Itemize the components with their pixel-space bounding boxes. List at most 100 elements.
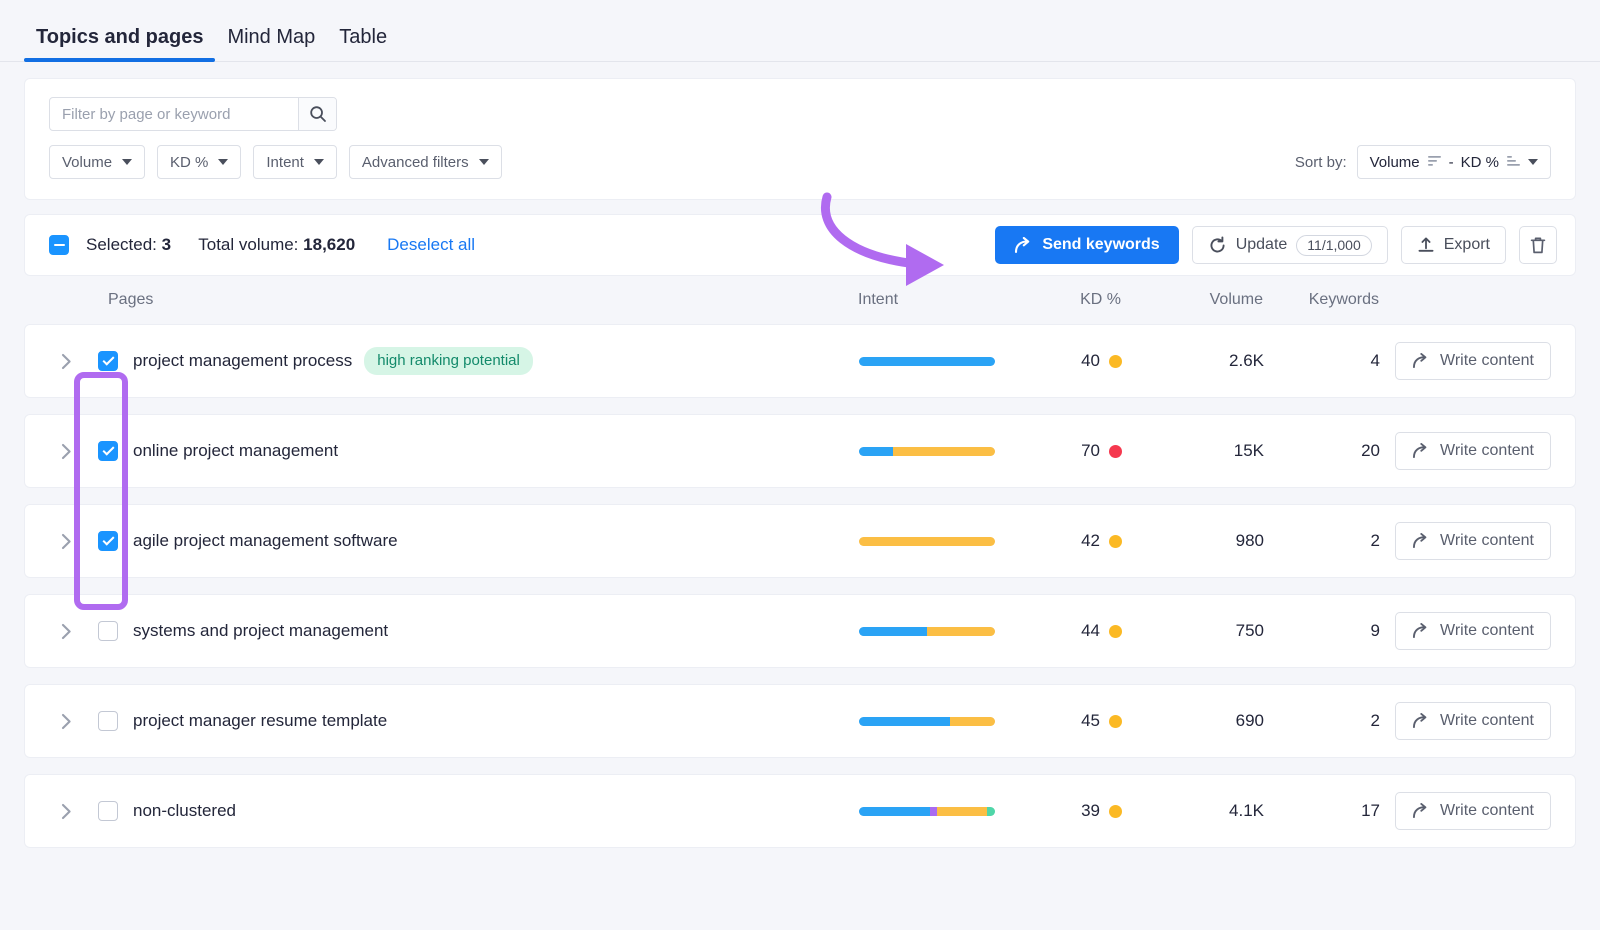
export-label: Export <box>1444 236 1490 254</box>
table-row[interactable]: systems and project management 44 750 9 <box>24 594 1576 668</box>
filter-label: Advanced filters <box>362 154 469 171</box>
table-row[interactable]: project management process high ranking … <box>24 324 1576 398</box>
row-title[interactable]: agile project management software <box>133 531 398 551</box>
check-icon <box>102 534 114 546</box>
header-pages[interactable]: Pages <box>48 291 858 309</box>
delete-button[interactable] <box>1519 226 1557 264</box>
kd-difficulty-dot-icon <box>1109 715 1122 728</box>
select-all-checkbox[interactable] <box>49 235 69 255</box>
write-content-label: Write content <box>1440 712 1534 730</box>
header-volume[interactable]: Volume <box>1143 291 1263 309</box>
row-title[interactable]: systems and project management <box>133 621 388 641</box>
sort-separator: - <box>1449 154 1454 171</box>
expand-row-chevron-icon[interactable] <box>49 353 83 370</box>
sort-by-select[interactable]: Volume - KD % <box>1357 145 1551 179</box>
selection-actions: Send keywords Update 11/1,000 <box>995 226 1557 264</box>
share-arrow-icon <box>1412 353 1430 369</box>
search-button[interactable] <box>298 98 336 130</box>
selection-summary: Selected: 3 Total volume: 18,620 <box>86 235 355 255</box>
row-keywords-cell: 2 <box>1264 711 1380 731</box>
row-keywords-cell: 2 <box>1264 531 1380 551</box>
row-title[interactable]: project manager resume template <box>133 711 387 731</box>
intent-bar <box>859 807 995 816</box>
row-checkbox[interactable] <box>98 801 118 821</box>
write-content-button[interactable]: Write content <box>1395 342 1551 380</box>
status-badge: high ranking potential <box>364 347 533 375</box>
filter-intent[interactable]: Intent <box>253 145 337 179</box>
expand-row-chevron-icon[interactable] <box>49 713 83 730</box>
row-checkbox[interactable] <box>98 351 118 371</box>
send-keywords-button[interactable]: Send keywords <box>995 226 1178 264</box>
row-checkbox[interactable] <box>98 621 118 641</box>
write-content-button[interactable]: Write content <box>1395 702 1551 740</box>
row-kd-cell: 42 <box>1024 531 1144 551</box>
filter-label: KD % <box>170 154 208 171</box>
indeterminate-dash-icon <box>54 244 65 246</box>
row-kd-cell: 45 <box>1024 711 1144 731</box>
sort-by-area: Sort by: Volume - KD % <box>1295 145 1551 179</box>
sort-by-label: Sort by: <box>1295 154 1347 171</box>
expand-row-chevron-icon[interactable] <box>49 443 83 460</box>
header-kd[interactable]: KD % <box>1023 291 1143 309</box>
header-keywords[interactable]: Keywords <box>1263 291 1379 309</box>
sort-value-primary: Volume <box>1370 154 1420 171</box>
tab-bar: Topics and pages Mind Map Table <box>0 0 1600 62</box>
row-pages-cell: project management process high ranking … <box>49 347 859 375</box>
search-input[interactable] <box>50 98 298 130</box>
row-kd-cell: 39 <box>1024 801 1144 821</box>
write-content-button[interactable]: Write content <box>1395 432 1551 470</box>
update-counter: 11/1,000 <box>1296 235 1371 256</box>
update-button[interactable]: Update 11/1,000 <box>1192 226 1388 264</box>
intent-bar <box>859 537 995 546</box>
tab-topics-and-pages[interactable]: Topics and pages <box>24 27 215 61</box>
write-content-button[interactable]: Write content <box>1395 792 1551 830</box>
expand-row-chevron-icon[interactable] <box>49 803 83 820</box>
row-intent-cell <box>859 357 1024 366</box>
row-checkbox-slot <box>83 711 133 731</box>
tab-label: Mind Map <box>227 26 315 48</box>
row-checkbox-slot <box>83 441 133 461</box>
chevron-down-icon <box>314 159 324 165</box>
row-title[interactable]: non-clustered <box>133 801 236 821</box>
expand-row-chevron-icon[interactable] <box>49 623 83 640</box>
kd-value: 42 <box>1081 531 1100 551</box>
filter-kd[interactable]: KD % <box>157 145 241 179</box>
row-title[interactable]: online project management <box>133 441 338 461</box>
row-title[interactable]: project management process <box>133 351 352 371</box>
row-actions-cell: Write content <box>1380 702 1551 740</box>
filters-panel: Volume KD % Intent Advanced filters Sort <box>24 78 1576 200</box>
export-button[interactable]: Export <box>1401 226 1506 264</box>
chevron-down-icon <box>122 159 132 165</box>
row-checkbox[interactable] <box>98 441 118 461</box>
table-row[interactable]: project manager resume template 45 690 2 <box>24 684 1576 758</box>
filter-label: Intent <box>266 154 304 171</box>
table-row[interactable]: online project management 70 15K 20 Writ <box>24 414 1576 488</box>
table-row[interactable]: non-clustered 39 4.1K 17 Write content <box>24 774 1576 848</box>
kd-value: 39 <box>1081 801 1100 821</box>
search-icon <box>309 105 327 123</box>
write-content-button[interactable]: Write content <box>1395 522 1551 560</box>
row-actions-cell: Write content <box>1380 522 1551 560</box>
row-checkbox[interactable] <box>98 531 118 551</box>
filter-advanced[interactable]: Advanced filters <box>349 145 502 179</box>
row-pages-cell: project manager resume template <box>49 711 859 731</box>
search-box[interactable] <box>49 97 337 131</box>
row-checkbox[interactable] <box>98 711 118 731</box>
row-volume-cell: 2.6K <box>1144 351 1264 371</box>
tab-label: Table <box>339 26 387 48</box>
row-volume-cell: 690 <box>1144 711 1264 731</box>
row-volume-cell: 980 <box>1144 531 1264 551</box>
expand-row-chevron-icon[interactable] <box>49 533 83 550</box>
tab-mind-map[interactable]: Mind Map <box>215 27 327 61</box>
row-keywords-cell: 9 <box>1264 621 1380 641</box>
share-arrow-icon <box>1412 713 1430 729</box>
row-checkbox-slot <box>83 351 133 371</box>
row-keywords-cell: 20 <box>1264 441 1380 461</box>
table-row[interactable]: agile project management software 42 980… <box>24 504 1576 578</box>
intent-bar <box>859 627 995 636</box>
tab-table[interactable]: Table <box>327 27 399 61</box>
filter-volume[interactable]: Volume <box>49 145 145 179</box>
deselect-all-link[interactable]: Deselect all <box>387 235 475 255</box>
write-content-button[interactable]: Write content <box>1395 612 1551 650</box>
header-intent[interactable]: Intent <box>858 291 1023 309</box>
